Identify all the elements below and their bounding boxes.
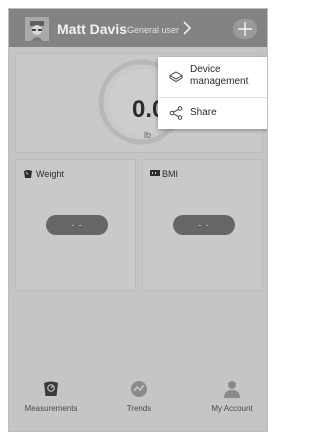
app-screen: Matt Davis General user 0.0 lb Weight - …: [8, 8, 268, 432]
bmi-value-pill: - -: [173, 215, 235, 235]
weight-unit: lb: [144, 130, 152, 140]
bmi-card[interactable]: BMI - -: [142, 159, 263, 291]
user-name[interactable]: Matt Davis: [57, 21, 127, 37]
scale-icon: [24, 170, 32, 178]
nav-my-account[interactable]: My Account: [189, 373, 267, 425]
user-role[interactable]: General user: [127, 25, 179, 35]
bmi-icon: [150, 170, 160, 176]
nav-my-account-label: My Account: [211, 404, 253, 413]
weight-value-pill: - -: [46, 215, 108, 235]
weight-card[interactable]: Weight - -: [15, 159, 136, 291]
plus-icon: [238, 22, 252, 36]
bmi-label: BMI: [162, 169, 179, 179]
menu-item-share-label: Share: [190, 107, 217, 118]
weight-label: Weight: [36, 169, 64, 179]
share-icon: [169, 106, 183, 120]
measurements-icon: [44, 381, 58, 396]
add-button[interactable]: [233, 19, 257, 39]
chevron-right-icon[interactable]: [181, 20, 193, 36]
account-icon: [224, 381, 240, 398]
nav-trends[interactable]: Trends: [96, 373, 182, 425]
avatar-icon: [25, 17, 49, 41]
device-icon: [169, 71, 183, 83]
avatar[interactable]: [25, 17, 49, 41]
nav-measurements-label: Measurements: [24, 404, 78, 413]
add-popup-menu: Device management Share: [158, 57, 267, 129]
menu-item-device-management-label: Device management: [190, 64, 249, 87]
bottom-navigation: Measurements Trends My Account: [9, 373, 267, 431]
trends-icon: [131, 381, 147, 397]
app-header: Matt Davis General user: [9, 9, 267, 47]
menu-item-share[interactable]: Share: [158, 97, 267, 129]
nav-measurements[interactable]: Measurements: [9, 373, 94, 425]
menu-item-device-management[interactable]: Device management: [158, 57, 267, 97]
nav-trends-label: Trends: [126, 404, 152, 413]
